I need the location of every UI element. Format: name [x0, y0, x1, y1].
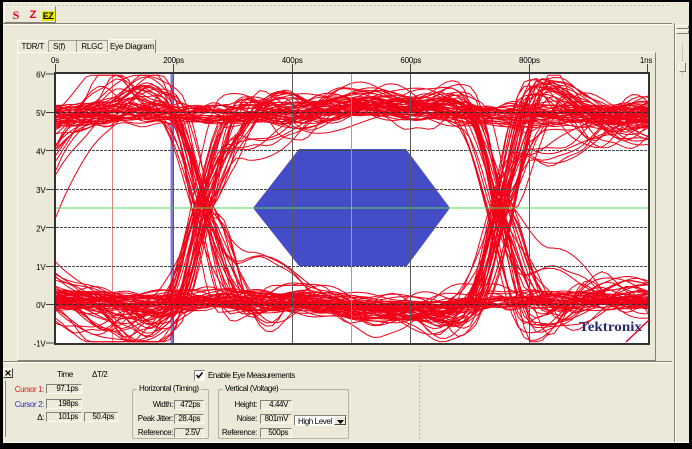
svg-text:-1V: -1V [34, 340, 47, 349]
svg-text:200ps: 200ps [163, 56, 184, 65]
svg-text:600ps: 600ps [400, 56, 421, 65]
svg-text:2V: 2V [36, 225, 46, 234]
svg-text:400ps: 400ps [282, 56, 303, 65]
svg-text:800ps: 800ps [519, 56, 540, 65]
svg-text:4V: 4V [36, 148, 46, 157]
svg-text:1ns: 1ns [640, 56, 652, 65]
svg-text:3V: 3V [36, 186, 46, 195]
svg-text:Tektronix: Tektronix [579, 319, 642, 334]
svg-text:5V: 5V [36, 109, 46, 118]
svg-text:1V: 1V [36, 263, 46, 272]
svg-text:0V: 0V [36, 301, 46, 310]
svg-text:0s: 0s [51, 56, 59, 65]
svg-text:6V: 6V [36, 71, 46, 80]
